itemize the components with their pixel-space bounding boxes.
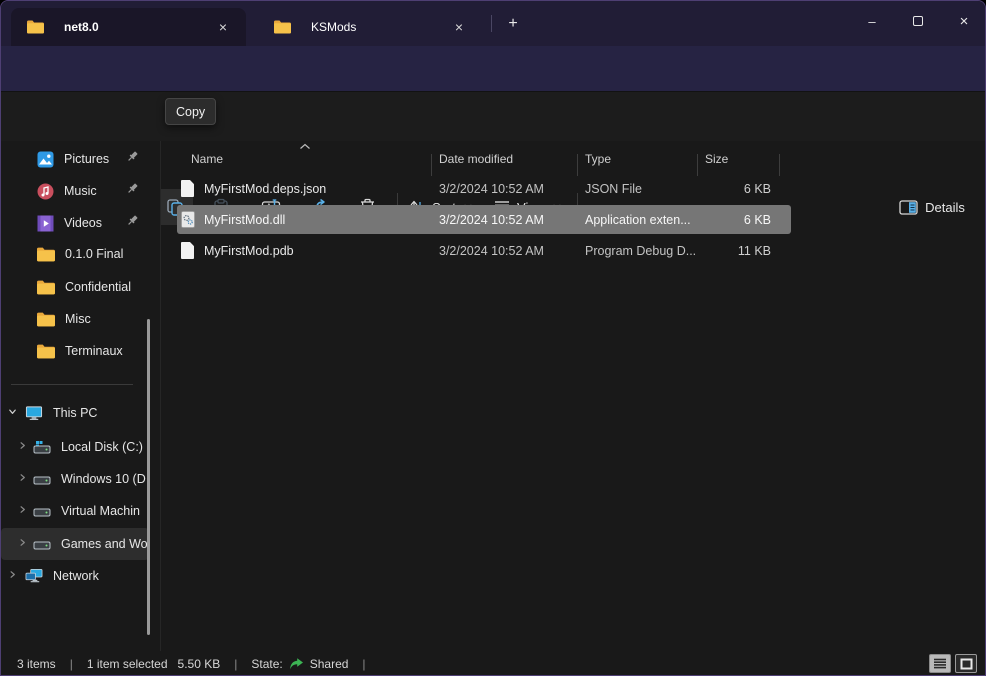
file-size: 11 KB xyxy=(738,244,771,258)
tab-close-icon[interactable]: × xyxy=(212,16,234,38)
status-divider: | xyxy=(362,657,365,671)
selection-size: 5.50 KB xyxy=(178,657,221,671)
drive-icon xyxy=(33,472,51,487)
status-divider: | xyxy=(70,657,73,671)
file-modified: 3/2/2024 10:52 AM xyxy=(439,182,544,196)
file-size: 6 KB xyxy=(744,182,771,196)
column-header-size[interactable]: Size xyxy=(705,152,728,166)
large-icons-view-toggle[interactable] xyxy=(955,654,977,673)
chevron-expanded-icon[interactable] xyxy=(1,407,23,419)
file-type: JSON File xyxy=(585,182,642,196)
list-header: Name Date modified Type Size xyxy=(161,146,986,172)
sidebar-item-network[interactable]: Network xyxy=(1,560,149,592)
chevron-collapsed-icon[interactable] xyxy=(11,473,33,485)
pictures-icon xyxy=(37,151,54,168)
navigation-bar: ← → ↑ ··· MyFirstMod bin Debug net8.0 Co… xyxy=(1,46,986,91)
maximize-button[interactable] xyxy=(895,1,941,41)
selection-count: 1 item selected xyxy=(87,657,168,671)
sidebar-item-this-pc[interactable]: This PC xyxy=(1,397,149,429)
pin-icon xyxy=(126,182,139,200)
maximize-icon xyxy=(913,16,923,26)
file-list: Name Date modified Type Size MyFirstMod.… xyxy=(161,141,986,651)
sidebar-item-videos[interactable]: Videos xyxy=(1,207,149,239)
details-view-toggle[interactable] xyxy=(929,654,951,673)
sidebar-item-folder[interactable]: Misc xyxy=(1,303,149,335)
music-icon xyxy=(37,183,54,200)
column-header-modified[interactable]: Date modified xyxy=(439,152,513,166)
file-icon xyxy=(181,180,194,197)
file-modified: 3/2/2024 10:52 AM xyxy=(439,244,544,258)
sidebar-item-folder[interactable]: Terminaux xyxy=(1,335,149,367)
folder-icon xyxy=(37,280,55,295)
close-button[interactable]: × xyxy=(941,1,986,41)
shared-icon xyxy=(289,657,304,671)
sidebar-item-virtual-machines-drive[interactable]: Virtual Machin xyxy=(1,495,149,527)
file-type: Application exten... xyxy=(585,213,691,227)
file-name: MyFirstMod.dll xyxy=(204,213,285,227)
file-row[interactable]: MyFirstMod.deps.json 3/2/2024 10:52 AM J… xyxy=(161,173,986,204)
file-name: MyFirstMod.deps.json xyxy=(204,182,326,196)
sidebar-scrollbar[interactable] xyxy=(147,319,150,635)
state-label: State: xyxy=(251,657,282,671)
status-bar: 3 items | 1 item selected 5.50 KB | Stat… xyxy=(1,651,986,676)
sidebar-item-folder[interactable]: Confidential xyxy=(1,271,149,303)
folder-icon xyxy=(37,344,55,359)
folder-icon xyxy=(37,247,55,262)
sidebar-divider xyxy=(11,384,133,385)
chevron-collapsed-icon[interactable] xyxy=(1,570,23,582)
tab-ksmods[interactable]: KSMods × xyxy=(258,8,482,46)
tab-net8[interactable]: net8.0 × xyxy=(11,8,246,46)
command-toolbar: New A Sort View xyxy=(1,91,986,141)
view-toggles xyxy=(929,654,977,673)
pin-icon xyxy=(126,214,139,232)
folder-icon xyxy=(27,20,44,34)
chevron-collapsed-icon[interactable] xyxy=(11,441,33,453)
sidebar-item-local-disk-c[interactable]: Local Disk (C:) xyxy=(1,431,149,463)
file-icon xyxy=(181,242,194,259)
tab-label: net8.0 xyxy=(64,20,99,34)
column-header-name[interactable]: Name xyxy=(191,152,223,166)
chevron-collapsed-icon[interactable] xyxy=(11,505,33,517)
minimize-button[interactable]: – xyxy=(849,1,895,41)
dll-file-icon xyxy=(181,211,195,233)
status-divider: | xyxy=(234,657,237,671)
title-bar: net8.0 × KSMods × + – × xyxy=(1,1,986,46)
this-pc-icon xyxy=(25,405,43,421)
sort-ascending-icon xyxy=(299,143,311,150)
column-header-type[interactable]: Type xyxy=(585,152,611,166)
pin-icon xyxy=(126,150,139,168)
state-value: Shared xyxy=(310,657,349,671)
sidebar-item-folder[interactable]: 0.1.0 Final xyxy=(1,238,149,270)
tab-label: KSMods xyxy=(311,20,356,34)
file-row-selected[interactable]: MyFirstMod.dll 3/2/2024 10:52 AM Applica… xyxy=(161,204,986,235)
new-tab-button[interactable]: + xyxy=(499,11,527,37)
copy-tooltip: Copy xyxy=(165,98,216,125)
local-disk-icon xyxy=(33,440,51,455)
drive-icon xyxy=(33,537,51,552)
file-type: Program Debug D... xyxy=(585,244,696,258)
file-explorer-window: net8.0 × KSMods × + – × ← → ↑ ··· MyFirs… xyxy=(0,0,986,676)
file-size: 6 KB xyxy=(744,213,771,227)
folder-icon xyxy=(274,20,291,34)
file-modified: 3/2/2024 10:52 AM xyxy=(439,213,544,227)
videos-icon xyxy=(37,215,54,232)
file-name: MyFirstMod.pdb xyxy=(204,244,294,258)
network-icon xyxy=(25,568,43,584)
file-row[interactable]: MyFirstMod.pdb 3/2/2024 10:52 AM Program… xyxy=(161,235,986,266)
folder-icon xyxy=(37,312,55,327)
sidebar-item-windows10-drive[interactable]: Windows 10 (D xyxy=(1,463,149,495)
drive-icon xyxy=(33,504,51,519)
tab-close-icon[interactable]: × xyxy=(448,16,470,38)
chevron-collapsed-icon[interactable] xyxy=(11,538,33,550)
tab-divider xyxy=(491,15,492,32)
sidebar-item-pictures[interactable]: Pictures xyxy=(1,143,149,175)
sidebar-item-music[interactable]: Music xyxy=(1,175,149,207)
sidebar-item-games-drive[interactable]: Games and Wo xyxy=(1,528,149,560)
items-count: 3 items xyxy=(17,657,56,671)
